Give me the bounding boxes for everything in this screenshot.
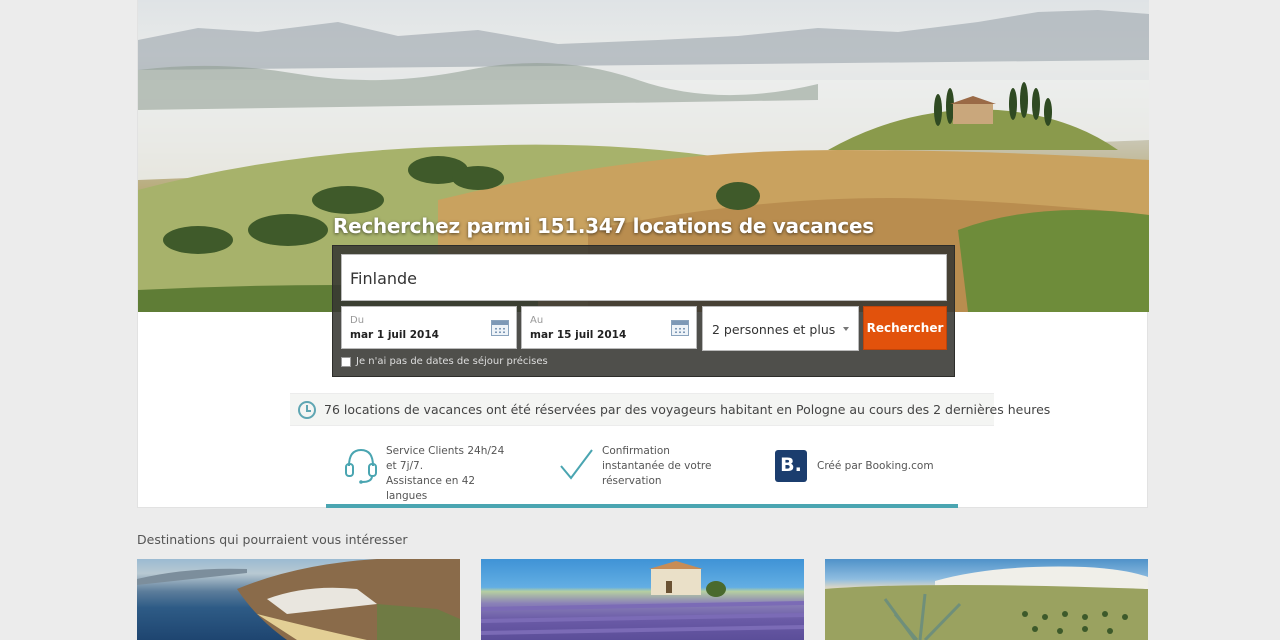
booking-logo-icon: B. [775, 450, 807, 482]
calendar-icon[interactable] [671, 320, 689, 336]
checkin-value: mar 1 juil 2014 [350, 329, 439, 341]
destination-card-village[interactable] [825, 559, 1148, 640]
flexible-dates-label: Je n'ai pas de dates de séjour précises [356, 356, 548, 367]
coastal-town-image [137, 559, 460, 640]
feature-instant-confirmation-text: Confirmation instantanée de votre réserv… [602, 445, 712, 487]
destination-card-lavender[interactable] [481, 559, 804, 640]
flexible-dates-checkbox[interactable] [341, 356, 351, 367]
flexible-dates-option[interactable]: Je n'ai pas de dates de séjour précises [341, 356, 548, 367]
checkmark-icon [560, 449, 593, 480]
destination-card-coast[interactable] [137, 559, 460, 640]
headset-icon [345, 448, 377, 484]
lavender-field-image [481, 561, 804, 635]
checkin-label: Du [350, 315, 365, 326]
checkout-label: Au [530, 315, 544, 326]
checkin-date-field[interactable]: Du mar 1 juil 2014 [341, 306, 517, 349]
hill-village-image [825, 566, 1148, 640]
checkout-date-field[interactable]: Au mar 15 juil 2014 [521, 306, 697, 349]
search-card: Recherchez parmi 151.347 locations de va… [137, 0, 1149, 508]
destination-input[interactable]: Finlande [341, 254, 947, 301]
feature-customer-service-line2: Assistance en 42 langues [386, 475, 476, 502]
recent-bookings-notice: 76 locations de vacances ont été réservé… [290, 393, 1050, 426]
search-form: Finlande Du mar 1 juil 2014 Au mar 15 ju… [332, 245, 955, 377]
feature-created-by-booking-text: Créé par Booking.com [817, 459, 934, 472]
hero-headline: Recherchez parmi 151.347 locations de va… [333, 214, 874, 238]
feature-customer-service-line1: Service Clients 24h/24 et 7j/7. [386, 445, 505, 472]
recent-bookings-text: 76 locations de vacances ont été réservé… [324, 402, 1051, 417]
destinations-heading: Destinations qui pourraient vous intéres… [137, 532, 408, 547]
checkout-value: mar 15 juil 2014 [530, 329, 627, 341]
chevron-down-icon [843, 327, 849, 331]
feature-customer-service: Service Clients 24h/24 et 7j/7. Assistan… [344, 444, 516, 504]
guests-value: 2 personnes et plus [712, 322, 836, 337]
calendar-icon[interactable] [491, 320, 509, 336]
features-strip: Service Clients 24h/24 et 7j/7. Assistan… [326, 440, 958, 508]
guests-select[interactable]: 2 personnes et plus [702, 306, 859, 351]
clock-icon [298, 400, 316, 419]
feature-instant-confirmation: Confirmation instantanée de votre réserv… [558, 444, 722, 489]
feature-created-by-booking: B. Créé par Booking.com [775, 450, 934, 482]
search-button[interactable]: Rechercher [863, 306, 947, 350]
